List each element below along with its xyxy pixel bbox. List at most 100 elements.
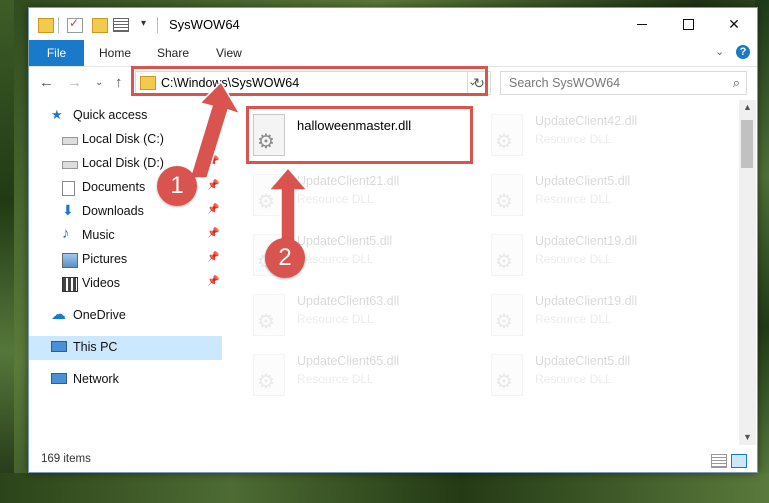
file-type: Resource DLL [535, 372, 612, 386]
documents-icon [62, 181, 75, 196]
sidebar-item-label: OneDrive [73, 308, 126, 322]
pin-icon[interactable]: 📌 [207, 228, 219, 239]
dll-file-icon [491, 174, 523, 216]
sidebar-item-downloads[interactable]: ⬇ Downloads 📌 [29, 200, 222, 224]
star-icon: ★ [51, 107, 63, 122]
pin-icon[interactable]: 📌 [207, 204, 219, 215]
file-tile[interactable]: UpdateClient5.dll Resource DLL [223, 228, 423, 280]
file-name: UpdateClient21.dll [297, 174, 400, 188]
file-name: UpdateClient5.dll [535, 354, 631, 368]
tab-view[interactable]: View [216, 40, 242, 66]
pin-icon[interactable]: 📌 [207, 132, 219, 143]
sidebar-item-this-pc[interactable]: This PC [29, 336, 222, 360]
sidebar-item-network[interactable]: Network [29, 368, 222, 392]
file-name: UpdateClient42.dll [535, 114, 638, 128]
divider [58, 17, 59, 33]
computer-icon [51, 341, 67, 352]
tab-file[interactable]: File [29, 40, 84, 66]
folder-icon [38, 18, 54, 33]
tab-home[interactable]: Home [99, 40, 131, 66]
sidebar-item-label: Music [82, 228, 115, 242]
help-icon[interactable]: ? [736, 45, 750, 59]
scroll-down-arrow-icon[interactable]: ▼ [743, 432, 752, 442]
details-view-icon[interactable] [711, 454, 727, 468]
file-name: UpdateClient19.dll [535, 294, 638, 308]
search-input[interactable]: Search SysWOW64 ⌕ [500, 71, 747, 95]
cloud-icon: ☁ [51, 306, 66, 323]
minimize-button[interactable] [619, 8, 665, 40]
file-name: UpdateClient63.dll [297, 294, 400, 308]
file-tile[interactable]: UpdateClient65.dll Resource DLL [223, 348, 423, 400]
network-icon [51, 373, 67, 384]
status-bar: 169 items [29, 449, 757, 471]
sidebar-item-label: Videos [82, 276, 120, 290]
search-icon[interactable]: ⌕ [733, 75, 740, 91]
pictures-icon [62, 253, 78, 268]
quick-access-toolbar-dropdown[interactable]: ▾ [141, 18, 146, 29]
sidebar-item-label: Downloads [82, 204, 144, 218]
new-folder-icon[interactable] [92, 18, 108, 33]
music-icon: ♪ [62, 225, 70, 242]
scroll-thumb[interactable] [741, 120, 753, 168]
up-button[interactable]: ↑ [115, 74, 123, 91]
file-type: Resource DLL [535, 252, 612, 266]
sidebar-item-quick-access[interactable]: ★ Quick access [29, 104, 222, 128]
properties-icon[interactable] [67, 16, 83, 33]
file-name: UpdateClient5.dll [535, 174, 631, 188]
file-type: Resource DLL [297, 252, 374, 266]
sidebar-item-label: Quick access [73, 108, 148, 122]
sidebar-item-onedrive[interactable]: ☁ OneDrive [29, 304, 222, 328]
sidebar-item-label: Local Disk (D:) [82, 156, 164, 170]
expand-ribbon-chevron-icon[interactable]: ⌄ [715, 45, 724, 58]
sidebar-item-music[interactable]: ♪ Music 📌 [29, 224, 222, 248]
navigation-pane: ★ Quick access Local Disk (C:) 📌 Local D… [29, 100, 222, 445]
pin-icon[interactable]: 📌 [207, 156, 219, 167]
file-tile[interactable]: UpdateClient42.dll Resource DLL [461, 108, 661, 160]
forward-button[interactable]: → [67, 74, 82, 91]
close-button[interactable]: ✕ [711, 8, 757, 40]
drive-icon [62, 137, 78, 145]
pin-icon[interactable]: 📌 [207, 276, 219, 287]
sidebar-item-videos[interactable]: Videos 📌 [29, 272, 222, 296]
tab-share[interactable]: Share [157, 40, 189, 66]
window-title: SysWOW64 [169, 17, 240, 32]
search-placeholder: Search SysWOW64 [509, 76, 621, 90]
file-tile[interactable]: UpdateClient21.dll Resource DLL [223, 168, 423, 220]
sidebar-item-label: Pictures [82, 252, 128, 266]
file-type: Resource DLL [297, 312, 374, 326]
file-tile[interactable]: UpdateClient5.dll Resource DLL [461, 348, 661, 400]
sidebar-item-local-disk-d[interactable]: Local Disk (D:) 📌 [29, 152, 222, 176]
step-2-badge: 2 [265, 238, 305, 278]
tiles-view-icon[interactable] [731, 454, 747, 468]
file-name: UpdateClient65.dll [297, 354, 400, 368]
item-count: 169 items [41, 453, 91, 465]
sidebar-item-label: Documents [82, 180, 146, 194]
recent-locations-dropdown[interactable]: ⌄ [95, 77, 103, 88]
videos-icon [62, 277, 78, 292]
step-1-badge: 1 [157, 166, 197, 206]
file-tile[interactable]: UpdateClient19.dll Resource DLL [461, 288, 661, 340]
downloads-icon: ⬇ [62, 202, 74, 218]
ribbon-tabs: File Home Share View ⌄ ? [29, 40, 757, 67]
file-type: Resource DLL [297, 372, 374, 386]
sidebar-item-pictures[interactable]: Pictures 📌 [29, 248, 222, 272]
sidebar-item-label: This PC [73, 340, 118, 354]
sidebar-item-local-disk-c[interactable]: Local Disk (C:) 📌 [29, 128, 222, 152]
dll-file-icon [253, 294, 285, 336]
pin-icon[interactable]: 📌 [207, 252, 219, 263]
dll-file-icon [253, 354, 285, 396]
file-tile[interactable]: UpdateClient63.dll Resource DLL [223, 288, 423, 340]
vertical-scrollbar[interactable]: ▲ ▼ [739, 100, 756, 445]
file-type: Resource DLL [535, 312, 612, 326]
maximize-button[interactable] [665, 8, 711, 40]
back-button[interactable]: ← [39, 74, 54, 91]
customize-toolbar-icon[interactable] [113, 18, 129, 32]
scroll-up-arrow-icon[interactable]: ▲ [743, 102, 752, 112]
divider [157, 17, 158, 33]
title-bar: ▾ SysWOW64 ✕ [29, 8, 757, 40]
file-tile[interactable]: UpdateClient5.dll Resource DLL [461, 168, 661, 220]
desktop-background-bottom [0, 473, 769, 503]
file-tile[interactable]: UpdateClient19.dll Resource DLL [461, 228, 661, 280]
address-bar-highlight [131, 66, 488, 96]
pin-icon[interactable]: 📌 [207, 180, 219, 191]
